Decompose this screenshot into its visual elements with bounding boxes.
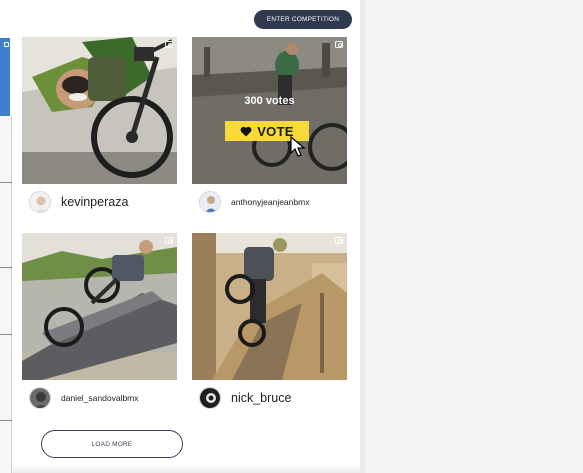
vote-count: 300 votes <box>244 95 295 107</box>
post-photo[interactable] <box>22 37 177 184</box>
avatar-icon[interactable] <box>199 387 221 409</box>
divider <box>0 267 12 268</box>
post-card[interactable]: daniel_sandovalbmx <box>22 233 177 416</box>
avatar-icon[interactable] <box>29 191 51 213</box>
post-footer: anthonyjeanjeanbmx <box>192 184 347 220</box>
instagram-icon <box>335 41 343 48</box>
post-footer: daniel_sandovalbmx <box>22 380 177 416</box>
instagram-icon <box>335 237 343 244</box>
instagram-icon <box>4 42 9 47</box>
left-panel <box>0 116 12 473</box>
post-username[interactable]: anthonyjeanjeanbmx <box>231 197 309 207</box>
post-card[interactable]: 300 votes VOTE anthonyjeanjeanbmx <box>192 37 347 220</box>
avatar-icon[interactable] <box>199 191 221 213</box>
left-panel-image-edge <box>0 38 10 116</box>
enter-competition-button[interactable]: ENTER COMPETITION <box>254 10 352 29</box>
mouse-cursor-icon <box>290 136 306 157</box>
post-username[interactable]: nick_bruce <box>231 391 291 405</box>
load-more-button[interactable]: LOAD MORE <box>41 430 183 458</box>
vote-label: VOTE <box>257 123 294 139</box>
instagram-icon <box>165 237 173 244</box>
instagram-icon <box>165 41 173 48</box>
bottom-shade <box>12 464 360 473</box>
avatar-icon[interactable] <box>29 387 51 409</box>
post-footer: nick_bruce <box>192 380 347 416</box>
post-footer: kevinperaza <box>22 184 177 220</box>
post-card[interactable]: nick_bruce <box>192 233 347 416</box>
divider <box>0 334 12 335</box>
scroll-gutter <box>360 0 366 473</box>
gallery: ENTER COMPETITION kevinperaza 300 votes … <box>12 0 360 473</box>
right-empty-area <box>360 0 583 473</box>
divider <box>0 420 12 421</box>
post-card[interactable]: kevinperaza <box>22 37 177 220</box>
post-photo[interactable]: 300 votes VOTE <box>192 37 347 184</box>
post-photo[interactable] <box>192 233 347 380</box>
post-photo[interactable] <box>22 233 177 380</box>
post-username[interactable]: daniel_sandovalbmx <box>61 393 139 403</box>
post-username[interactable]: kevinperaza <box>61 195 128 209</box>
heart-icon <box>240 126 252 136</box>
divider <box>0 182 12 183</box>
